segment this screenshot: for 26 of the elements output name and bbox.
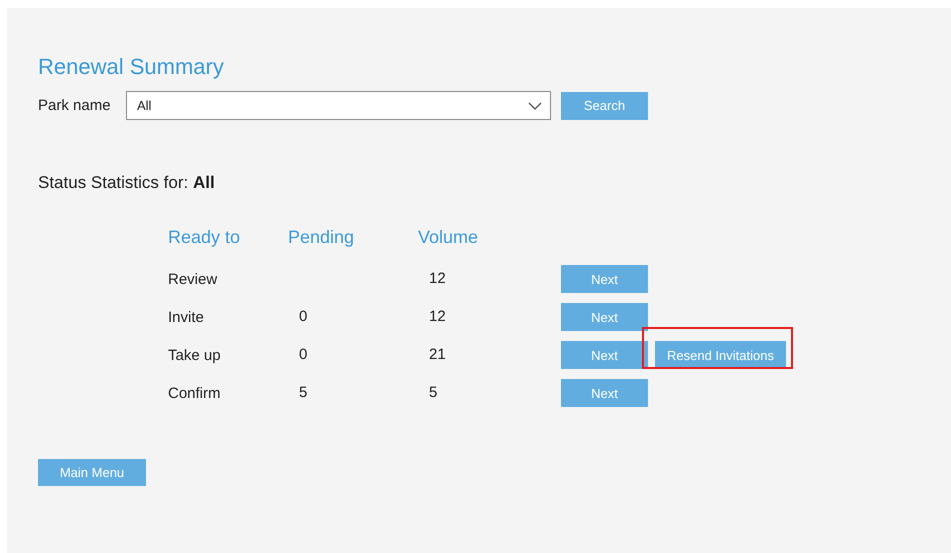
search-button[interactable]: Search: [561, 92, 648, 120]
chevron-down-icon: [528, 102, 542, 110]
next-button[interactable]: Next: [561, 265, 648, 293]
next-button[interactable]: Next: [561, 379, 648, 407]
volume-cell: 12: [429, 270, 446, 287]
volume-cell: 12: [429, 308, 446, 325]
resend-invitations-button[interactable]: Resend Invitations: [655, 341, 786, 369]
pending-cell: 0: [299, 346, 308, 363]
stage-cell-text: Confirm: [168, 384, 222, 402]
next-button[interactable]: Next: [561, 341, 648, 369]
pending-cell: 0: [299, 308, 308, 325]
pending-cell: 5: [299, 384, 308, 401]
volume-cell: 5: [429, 384, 438, 401]
stage-cell-text: Review: [168, 270, 218, 288]
volume-cell: 21: [429, 346, 446, 363]
column-header: Ready to: [168, 226, 242, 248]
page-title: Renewal Summary: [38, 54, 225, 80]
park-name-label: Park name: [38, 97, 112, 114]
column-header: Volume: [418, 226, 480, 248]
stage-cell-text: Invite: [168, 308, 205, 326]
next-button[interactable]: Next: [561, 303, 648, 331]
status-heading: Status Statistics for: All: [38, 173, 216, 193]
main-menu-button[interactable]: Main Menu: [38, 459, 146, 486]
column-header: Pending: [288, 226, 356, 248]
park-name-dropdown[interactable]: All: [126, 91, 551, 120]
stage-cell-text: Take up: [168, 346, 222, 364]
